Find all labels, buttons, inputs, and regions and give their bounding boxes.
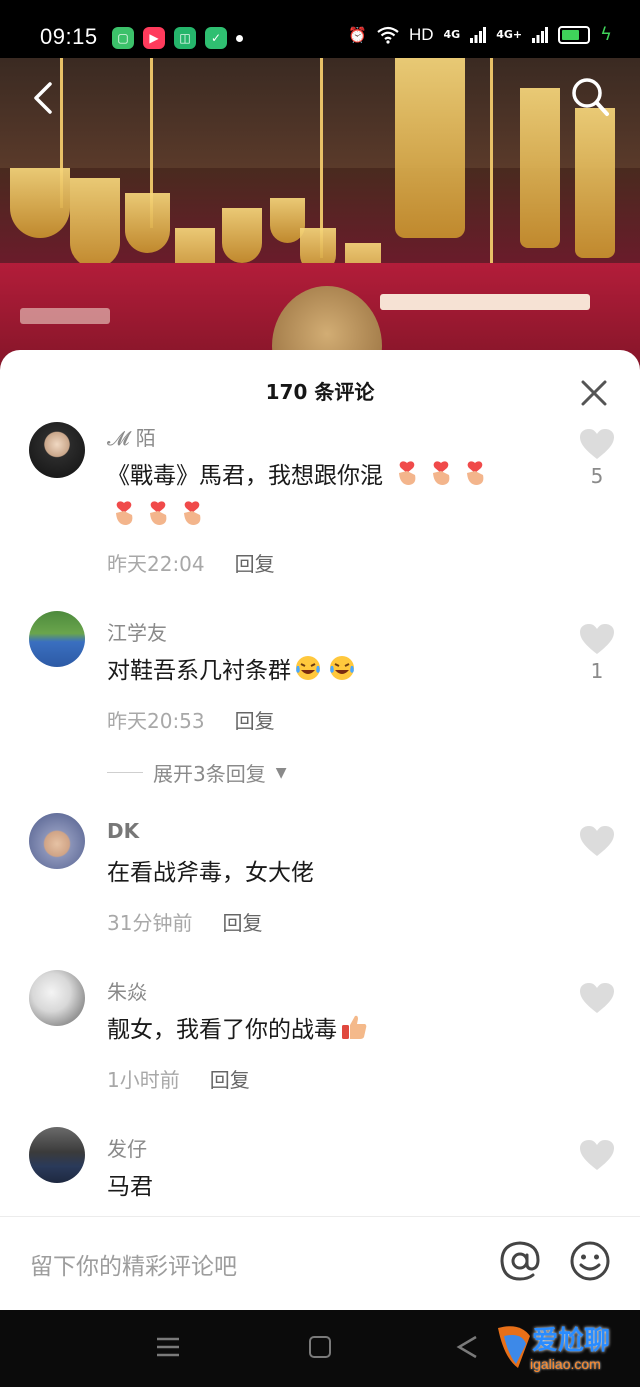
comment-meta: 昨天22:04 回复 xyxy=(107,548,275,577)
comment-text-line: 靓女，我看了你的战毒 xyxy=(107,1017,337,1043)
notification-icons: ▢ ▶ ◫ ✓ xyxy=(112,27,243,49)
comment-time: 31分钟前 xyxy=(107,911,193,935)
comment-meta: 昨天20:53 回复 xyxy=(107,705,275,734)
jewelry-chain xyxy=(490,58,493,268)
comment-text: 马君 xyxy=(107,1174,153,1200)
search-icon[interactable] xyxy=(570,76,610,118)
like-count: 5 xyxy=(590,464,604,488)
gold-display xyxy=(575,108,615,258)
comment-meta: 31分钟前 回复 xyxy=(107,907,262,936)
thumbs-up-emoji-icon xyxy=(342,1015,367,1039)
shield-app-icon: ✓ xyxy=(205,27,227,49)
emoji-smile-icon[interactable] xyxy=(568,1239,612,1283)
avatar[interactable] xyxy=(29,970,85,1026)
mention-icon[interactable] xyxy=(498,1239,542,1283)
finger-heart-emoji-icon xyxy=(399,461,416,485)
comment-text-line: 《戰毒》馬君，我想跟你混 xyxy=(107,463,383,489)
hd-indicator: HD xyxy=(408,24,434,44)
comment-username[interactable]: 江学友 xyxy=(107,617,167,646)
shelf-light xyxy=(20,308,110,324)
comment-username[interactable]: 朱焱 xyxy=(107,976,147,1005)
home-icon[interactable] xyxy=(309,1336,331,1358)
like-heart-icon[interactable] xyxy=(579,825,615,857)
comment-username[interactable]: DK xyxy=(107,819,139,843)
comment-username[interactable]: 𝓜 陌 xyxy=(107,422,156,451)
reply-button[interactable]: 回复 xyxy=(210,1064,250,1093)
network-4g-indicator: 4G xyxy=(443,28,461,41)
video-app-icon: ▶ xyxy=(143,27,165,49)
comment-meta: 1小时前 回复 xyxy=(107,1064,250,1093)
comment-text: 靓女，我看了你的战毒 xyxy=(107,1010,547,1050)
app-notification-icon: ▢ xyxy=(112,27,134,49)
expand-replies-button[interactable]: 展开3条回复 ▼ xyxy=(107,758,287,787)
like-heart-icon[interactable] xyxy=(579,982,615,1014)
comment-input[interactable]: 留下你的精彩评论吧 xyxy=(30,1247,237,1281)
finger-heart-emoji-icon xyxy=(467,461,484,485)
signal-icon xyxy=(470,26,487,43)
finger-heart-emoji-icon xyxy=(184,501,201,525)
comment-text-line: 对鞋吾系几衬条群 xyxy=(107,658,291,684)
chevron-down-icon: ▼ xyxy=(275,764,287,781)
like-heart-icon[interactable] xyxy=(579,623,615,655)
like-count: 1 xyxy=(590,659,604,683)
status-indicators: ⏰ HD 4G 4G+ ϟ xyxy=(348,24,612,45)
comment-text: 对鞋吾系几衬条群 xyxy=(107,651,547,691)
wifi-icon xyxy=(377,26,399,44)
watermark-text: 爱尬聊 xyxy=(532,1325,611,1355)
watermark-url: igaliao.com xyxy=(530,1356,601,1372)
avatar[interactable] xyxy=(29,422,85,478)
laughing-tears-emoji-icon xyxy=(330,656,354,680)
gold-necklace xyxy=(10,168,70,238)
finger-heart-emoji-icon xyxy=(116,501,133,525)
nav-back-icon[interactable] xyxy=(456,1335,480,1359)
comment-input-bar[interactable]: 留下你的精彩评论吧 xyxy=(0,1216,640,1310)
menu-icon[interactable] xyxy=(156,1336,180,1358)
alarm-icon: ⏰ xyxy=(348,25,367,44)
more-notifications-icon xyxy=(236,34,243,42)
close-icon[interactable] xyxy=(578,377,610,409)
comment-text: 在看战斧毒，女大佬 xyxy=(107,860,314,886)
reply-button[interactable]: 回复 xyxy=(235,548,275,577)
gold-necklace xyxy=(125,193,170,253)
finger-heart-emoji-icon xyxy=(150,501,167,525)
gold-display xyxy=(395,58,465,238)
comments-sheet: 170 条评论 𝓜 陌 《戰毒》馬君，我想跟你混 昨天22:04 回复 5 江学… xyxy=(0,350,640,1310)
gold-necklace xyxy=(70,178,120,268)
comment-time: 昨天20:53 xyxy=(107,709,205,733)
comment-text: 《戰毒》馬君，我想跟你混 xyxy=(107,456,547,536)
gold-display xyxy=(520,88,560,248)
finger-heart-emoji-icon xyxy=(433,461,450,485)
shop-app-icon: ◫ xyxy=(174,27,196,49)
signal-icon-2 xyxy=(532,26,549,43)
avatar[interactable] xyxy=(29,1127,85,1183)
comment-time: 昨天22:04 xyxy=(107,552,205,576)
comments-count-title: 170 条评论 xyxy=(265,380,375,404)
avatar[interactable] xyxy=(29,813,85,869)
back-icon[interactable] xyxy=(30,78,60,118)
avatar[interactable] xyxy=(29,611,85,667)
network-4g-plus-indicator: 4G+ xyxy=(496,28,523,41)
reply-button[interactable]: 回复 xyxy=(235,705,275,734)
like-heart-icon[interactable] xyxy=(579,428,615,460)
laughing-tears-emoji-icon xyxy=(296,656,320,680)
video-preview[interactable] xyxy=(0,58,640,378)
expand-divider xyxy=(107,772,143,773)
shelf-light xyxy=(380,294,590,310)
comment-username[interactable]: 发仔 xyxy=(107,1133,147,1162)
charging-icon: ϟ xyxy=(600,24,612,45)
expand-replies-label: 展开3条回复 xyxy=(153,762,266,786)
status-time: 09:15 xyxy=(40,24,98,49)
comment-time: 1小时前 xyxy=(107,1068,180,1092)
like-heart-icon[interactable] xyxy=(579,1139,615,1171)
battery-icon xyxy=(558,25,591,44)
reply-button[interactable]: 回复 xyxy=(222,907,262,936)
gold-necklace xyxy=(222,208,262,263)
